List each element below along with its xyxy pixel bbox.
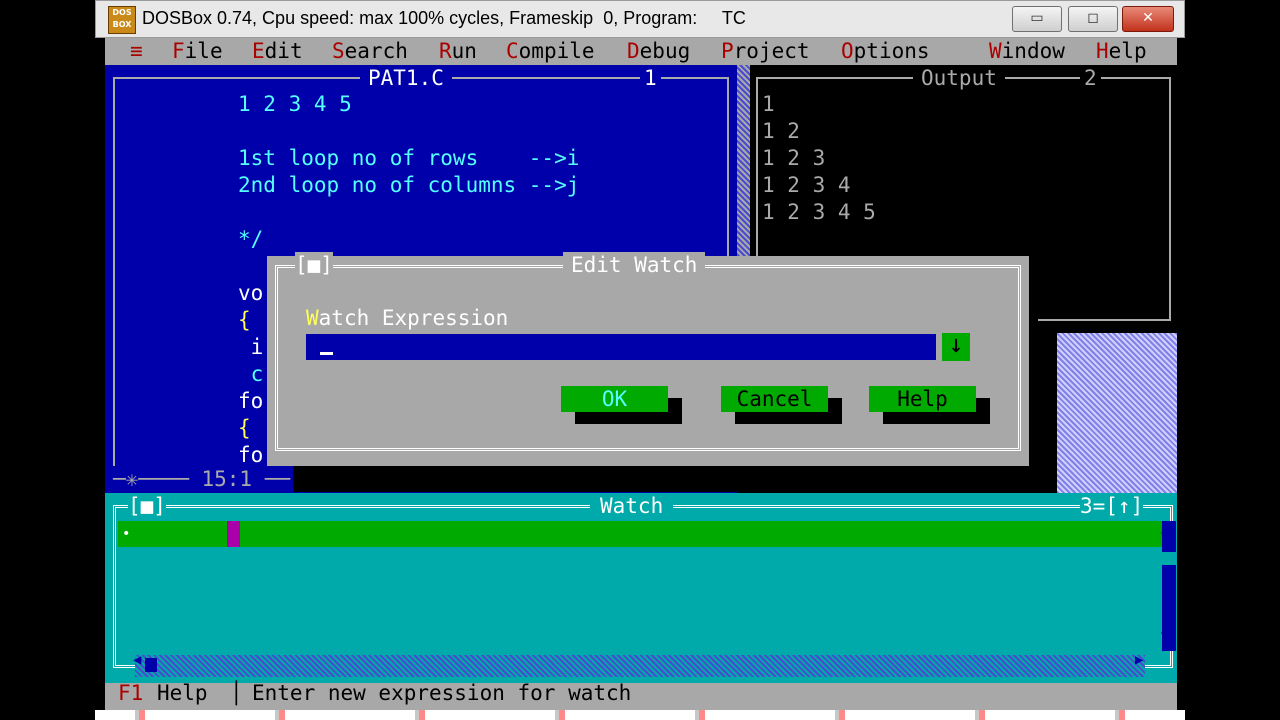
watch-expression-input[interactable] [306, 334, 936, 360]
menu-window[interactable]: Window [989, 38, 1065, 65]
dialog-title: Edit Watch [563, 252, 706, 279]
code-fragment[interactable]: c [238, 361, 264, 388]
menu-debug-label: ebug [639, 39, 691, 63]
scroll-down-arrow-icon[interactable]: ▼ [1161, 628, 1169, 644]
ok-button-shadow [668, 398, 682, 424]
menu-compile[interactable]: Compile [506, 38, 595, 65]
menu-edit-label: dit [264, 39, 303, 63]
menu-edit-hotkey: E [252, 39, 265, 63]
menu-help[interactable]: Help [1096, 38, 1147, 65]
watch-close-box[interactable]: [■] [128, 493, 166, 520]
scroll-left-arrow-icon[interactable]: ◀ [133, 652, 141, 668]
status-message: Enter new expression for watch [252, 681, 632, 705]
cancel-button[interactable]: Cancel [721, 386, 828, 412]
menu-edit[interactable]: Edit [252, 38, 303, 65]
editor-window-number: 1 [640, 65, 661, 92]
menu-options-label: ptions [853, 39, 930, 63]
status-help-label[interactable]: Help [157, 680, 208, 707]
help-button[interactable]: Help [869, 386, 976, 412]
watch-horizontal-scrollbar[interactable] [135, 655, 1145, 677]
menu-window-label: indow [1001, 39, 1065, 63]
cursor-position: ─✳──── 15:1 ── [113, 466, 291, 493]
code-line[interactable]: 2nd loop no of columns -->j [238, 172, 579, 199]
editor-title: PAT1.C [360, 65, 452, 92]
cancel-button-shadow [828, 398, 842, 424]
scroll-right-arrow-icon[interactable]: ▶ [1135, 652, 1143, 668]
menu-run[interactable]: Run [439, 38, 477, 65]
watch-cursor [227, 521, 240, 547]
menu-debug-hotkey: D [627, 39, 640, 63]
code-fragment[interactable]: fo [238, 388, 263, 415]
output-title: Output [913, 65, 1005, 92]
menu-help-label: elp [1108, 39, 1147, 63]
code-fragment[interactable]: i [238, 334, 264, 361]
menu-file-hotkey: F [172, 39, 185, 63]
cancel-button-shadow [735, 412, 842, 424]
watch-selected-row[interactable] [118, 521, 1164, 547]
output-line: 1 [762, 92, 775, 116]
watch-title: Watch [590, 493, 674, 520]
help-button-shadow [883, 412, 990, 424]
menu-run-hotkey: R [439, 39, 452, 63]
history-down-arrow-icon[interactable]: ↓ [942, 333, 970, 361]
status-separator: │ [230, 681, 243, 705]
code-line[interactable]: */ [238, 226, 263, 253]
ok-button-shadow [575, 412, 682, 424]
menu-search[interactable]: Search [332, 38, 408, 65]
menu-file[interactable]: File [172, 38, 223, 65]
output-line: 1 2 3 4 [762, 173, 851, 197]
scroll-up-arrow-icon[interactable]: ▲ [1161, 521, 1169, 537]
menu-compile-hotkey: C [506, 39, 519, 63]
watch-bullet-icon: • [122, 526, 131, 542]
output-line: 1 2 3 4 5 [762, 200, 876, 224]
close-button[interactable]: ✕ [1122, 6, 1174, 32]
code-fragment[interactable]: fo [238, 442, 263, 469]
code-line[interactable]: 1st loop no of rows -->i [238, 145, 579, 172]
watch-zoom-box[interactable]: 3=[↑] [1080, 493, 1144, 520]
menu-run-label: un [451, 39, 477, 63]
taskbar-strip [95, 710, 1185, 720]
menu-compile-label: ompile [518, 39, 595, 63]
menu-options[interactable]: Options [841, 38, 930, 65]
code-fragment[interactable]: vo [238, 280, 263, 307]
ok-button[interactable]: OK [561, 386, 668, 412]
maximize-button[interactable]: ◻ [1068, 6, 1118, 32]
code-fragment[interactable]: { [238, 415, 251, 442]
watch-horizontal-scroll-thumb[interactable] [145, 658, 157, 672]
desktop-pattern [1057, 333, 1177, 493]
menu-debug[interactable]: Debug [627, 38, 690, 65]
output-line: 1 2 3 [762, 146, 826, 170]
code-fragment[interactable]: { [238, 307, 251, 334]
output-line: 1 2 [762, 119, 800, 143]
menu-project-hotkey: P [721, 39, 734, 63]
dosbox-app-icon[interactable]: DOS BOX [108, 6, 136, 34]
status-f1-key[interactable]: F1 [118, 680, 143, 707]
system-menu[interactable]: ≡ [130, 38, 143, 65]
window-title: DOSBox 0.74, Cpu speed: max 100% cycles,… [142, 8, 746, 28]
menu-window-hotkey: W [989, 39, 1002, 63]
menu-help-hotkey: H [1096, 39, 1109, 63]
output-window-number: 2 [1080, 65, 1101, 92]
watch-expression-label: Watch Expression [306, 305, 508, 332]
watch-vertical-scroll-thumb[interactable] [1162, 552, 1176, 565]
text-caret [320, 352, 333, 355]
minimize-button[interactable]: ▭ [1012, 6, 1062, 32]
menu-search-label: earch [344, 39, 408, 63]
menu-project[interactable]: Project [721, 38, 810, 65]
menu-project-label: roject [733, 39, 810, 63]
help-button-shadow [976, 398, 990, 424]
menu-options-hotkey: O [841, 39, 854, 63]
dialog-close-box[interactable]: [■] [295, 252, 333, 279]
code-line[interactable]: 1 2 3 4 5 [238, 91, 352, 118]
watch-expression-label-text: atch Expression [318, 306, 509, 330]
menu-file-label: ile [184, 39, 223, 63]
menu-search-hotkey: S [332, 39, 345, 63]
watch-expression-hotkey: W [306, 306, 319, 330]
